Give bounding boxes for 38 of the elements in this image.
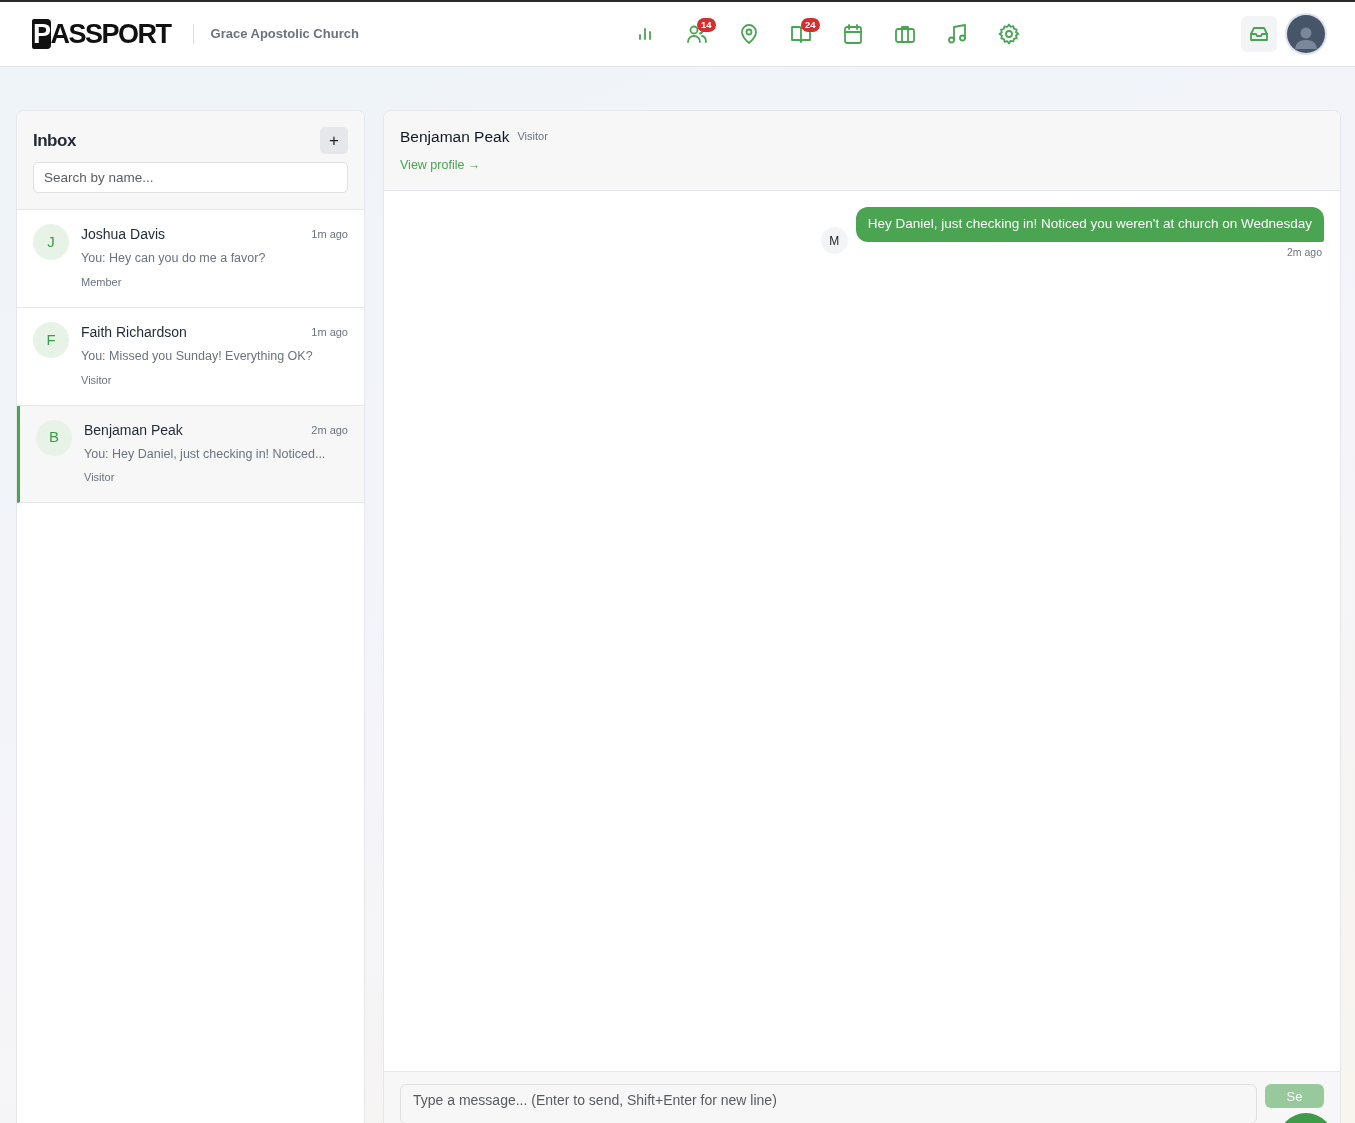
- role-label: Visitor: [517, 129, 548, 145]
- message-input[interactable]: Type a message... (Enter to send, Shift+Enter for new line): [400, 1084, 1257, 1123]
- user-avatar[interactable]: [1287, 15, 1325, 53]
- briefcase-icon: [893, 23, 916, 45]
- add-button[interactable]: +: [320, 127, 348, 154]
- inbox-button[interactable]: [1241, 16, 1277, 52]
- calendar-icon: [841, 23, 864, 45]
- initial-avatar: J: [33, 224, 69, 260]
- conversation-item[interactable]: B Benjaman Peak 2m ago You: Hey Daniel, just checking in! Noticed... Visitor: [17, 405, 364, 504]
- message-preview: You: Hey can you do me a favor?: [81, 250, 267, 267]
- search-field[interactable]: Search by name...: [33, 162, 348, 193]
- settings-icon: [997, 23, 1020, 45]
- logo[interactable]: PASSPORT: [32, 17, 173, 51]
- role-label: Visitor: [84, 470, 115, 486]
- count-badge: 14: [696, 18, 716, 32]
- nav-button[interactable]: 14: [676, 14, 717, 54]
- contact-name: Joshua Davis: [81, 225, 166, 244]
- timestamp: 2m ago: [1286, 244, 1322, 260]
- timestamp: 1m ago: [311, 227, 348, 243]
- role-label: Visitor: [81, 372, 112, 388]
- role-label: Member: [81, 274, 122, 290]
- inbox-tray-icon: [1249, 25, 1269, 43]
- contact-name: Benjaman Peak: [400, 127, 510, 147]
- message-preview: You: Missed you Sunday! Everything OK?: [81, 347, 314, 365]
- contact-name: Faith Richardson: [81, 322, 187, 342]
- timestamp: 1m ago: [311, 325, 348, 340]
- organization-name: Grace Apostolic Church: [192, 24, 359, 44]
- contact-name: Benjaman Peak: [84, 420, 183, 440]
- inbox-title: Inbox: [33, 129, 76, 152]
- initial-avatar: F: [33, 321, 69, 358]
- message-preview: You: Hey Daniel, just checking in! Noticed...: [84, 445, 327, 463]
- nav-button[interactable]: 24: [780, 14, 821, 54]
- message-bubble: Hey Daniel, just checking in! Noticed you weren't at church on Wednesday: [855, 207, 1324, 242]
- timestamp: 2m ago: [311, 422, 348, 438]
- initial-avatar: B: [36, 419, 72, 456]
- sender-avatar: M: [820, 227, 848, 255]
- music-note-icon: [945, 23, 968, 45]
- count-badge: 24: [800, 18, 820, 32]
